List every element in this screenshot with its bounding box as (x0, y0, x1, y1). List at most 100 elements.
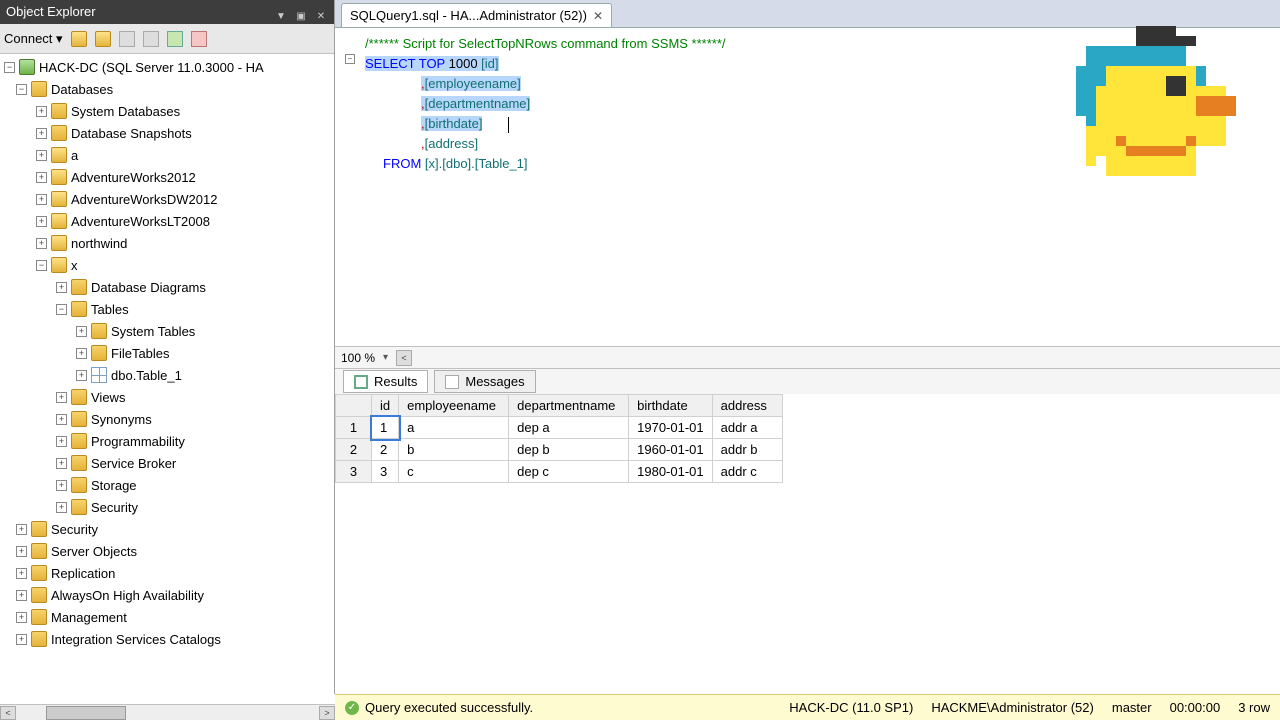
expand-icon[interactable]: + (76, 348, 87, 359)
tree-programmability[interactable]: Programmability (91, 434, 185, 449)
cell-birth[interactable]: 1960-01-01 (629, 439, 713, 461)
cell-addr[interactable]: addr b (712, 439, 782, 461)
object-tree[interactable]: − HACK-DC (SQL Server 11.0.3000 - HA − Dat… (0, 54, 334, 690)
scroll-left-icon[interactable]: < (396, 350, 412, 366)
expand-icon[interactable]: + (56, 458, 67, 469)
col-birthdate[interactable]: birthdate (629, 395, 713, 417)
expand-icon[interactable]: + (16, 590, 27, 601)
tree-system-databases[interactable]: System Databases (71, 104, 180, 119)
cell-addr[interactable]: addr c (712, 461, 782, 483)
cell-id[interactable]: 1 (372, 417, 399, 439)
tree-db-awlt2008[interactable]: AdventureWorksLT2008 (71, 214, 210, 229)
toolbar-icon-3[interactable] (119, 31, 135, 47)
dropdown-icon[interactable]: ▼ (274, 5, 288, 19)
table-row[interactable]: 2 2 b dep b 1960-01-01 addr b (336, 439, 783, 461)
tab-sqlquery1[interactable]: SQLQuery1.sql - HA...Administrator (52))… (341, 3, 612, 27)
code-fold-icon[interactable]: − (345, 54, 355, 64)
expand-icon[interactable]: + (36, 150, 47, 161)
cell-birth[interactable]: 1970-01-01 (629, 417, 713, 439)
col-rownum[interactable] (336, 395, 372, 417)
expand-icon[interactable]: + (76, 370, 87, 381)
expand-icon[interactable]: + (16, 568, 27, 579)
tree-synonyms[interactable]: Synonyms (91, 412, 152, 427)
tree-alwayson[interactable]: AlwaysOn High Availability (51, 588, 204, 603)
expand-icon[interactable]: + (16, 546, 27, 557)
col-employeename[interactable]: employeename (399, 395, 509, 417)
expand-icon[interactable]: + (56, 414, 67, 425)
tree-dbo-table1[interactable]: dbo.Table_1 (111, 368, 182, 383)
table-row[interactable]: 1 1 a dep a 1970-01-01 addr a (336, 417, 783, 439)
cell-dep[interactable]: dep a (509, 417, 629, 439)
expand-icon[interactable]: + (56, 502, 67, 513)
cell-id[interactable]: 3 (372, 461, 399, 483)
toolbar-icon-2[interactable] (95, 31, 111, 47)
expand-icon[interactable]: + (36, 216, 47, 227)
pin-icon[interactable]: ▣ (294, 5, 308, 19)
scroll-left-icon[interactable]: < (0, 706, 16, 720)
tree-db-diagrams[interactable]: Database Diagrams (91, 280, 206, 295)
tree-system-tables[interactable]: System Tables (111, 324, 195, 339)
tree-replication[interactable]: Replication (51, 566, 115, 581)
tree-isc[interactable]: Integration Services Catalogs (51, 632, 221, 647)
explorer-hscrollbar[interactable]: < > (0, 704, 335, 720)
tree-server-objects[interactable]: Server Objects (51, 544, 137, 559)
expand-icon[interactable]: − (56, 304, 67, 315)
expand-icon[interactable]: + (36, 106, 47, 117)
close-icon[interactable]: ✕ (314, 5, 328, 19)
results-grid[interactable]: id employeename departmentname birthdate… (335, 394, 1280, 694)
cell-emp[interactable]: c (399, 461, 509, 483)
refresh-icon[interactable] (167, 31, 183, 47)
expand-icon[interactable]: + (16, 524, 27, 535)
tab-messages[interactable]: Messages (434, 370, 535, 393)
cell-dep[interactable]: dep c (509, 461, 629, 483)
expand-icon[interactable]: + (56, 392, 67, 403)
tree-db-aw2012[interactable]: AdventureWorks2012 (71, 170, 196, 185)
zoom-dropdown[interactable]: 100 % (341, 351, 375, 365)
filter-icon[interactable] (143, 31, 159, 47)
tree-storage[interactable]: Storage (91, 478, 137, 493)
table-row[interactable]: 3 3 c dep c 1980-01-01 addr c (336, 461, 783, 483)
tree-db-a[interactable]: a (71, 148, 78, 163)
tree-views[interactable]: Views (91, 390, 125, 405)
expand-icon[interactable]: + (36, 172, 47, 183)
tree-management[interactable]: Management (51, 610, 127, 625)
tree-db-x[interactable]: x (71, 258, 78, 273)
expand-icon[interactable]: + (56, 436, 67, 447)
expand-icon[interactable]: + (16, 612, 27, 623)
tree-security-inner[interactable]: Security (91, 500, 138, 515)
expand-icon[interactable]: + (76, 326, 87, 337)
expand-icon[interactable]: + (16, 634, 27, 645)
chevron-down-icon[interactable]: ▾ (383, 352, 388, 363)
expand-icon[interactable]: + (56, 282, 67, 293)
cell-dep[interactable]: dep b (509, 439, 629, 461)
tree-db-northwind[interactable]: northwind (71, 236, 127, 251)
tree-filetables[interactable]: FileTables (111, 346, 170, 361)
tree-tables[interactable]: Tables (91, 302, 129, 317)
expand-icon[interactable]: + (56, 480, 67, 491)
cell-id[interactable]: 2 (372, 439, 399, 461)
tree-db-awdw2012[interactable]: AdventureWorksDW2012 (71, 192, 217, 207)
col-departmentname[interactable]: departmentname (509, 395, 629, 417)
col-id[interactable]: id (372, 395, 399, 417)
tab-close-icon[interactable]: ✕ (593, 9, 603, 23)
tab-results[interactable]: Results (343, 370, 428, 393)
toolbar-icon-6[interactable] (191, 31, 207, 47)
expand-icon[interactable]: − (36, 260, 47, 271)
tree-server[interactable]: HACK-DC (SQL Server 11.0.3000 - HA (39, 60, 264, 75)
cell-emp[interactable]: a (399, 417, 509, 439)
scroll-thumb[interactable] (46, 706, 126, 720)
tree-service-broker[interactable]: Service Broker (91, 456, 176, 471)
expand-icon[interactable]: − (16, 84, 27, 95)
tree-security[interactable]: Security (51, 522, 98, 537)
expand-icon[interactable]: + (36, 194, 47, 205)
toolbar-icon-1[interactable] (71, 31, 87, 47)
connect-dropdown[interactable]: Connect ▾ (4, 31, 63, 47)
expand-icon[interactable]: + (36, 238, 47, 249)
expand-icon[interactable]: − (4, 62, 15, 73)
col-address[interactable]: address (712, 395, 782, 417)
tree-databases[interactable]: Databases (51, 82, 113, 97)
cell-emp[interactable]: b (399, 439, 509, 461)
expand-icon[interactable]: + (36, 128, 47, 139)
tree-db-snapshots[interactable]: Database Snapshots (71, 126, 192, 141)
cell-addr[interactable]: addr a (712, 417, 782, 439)
